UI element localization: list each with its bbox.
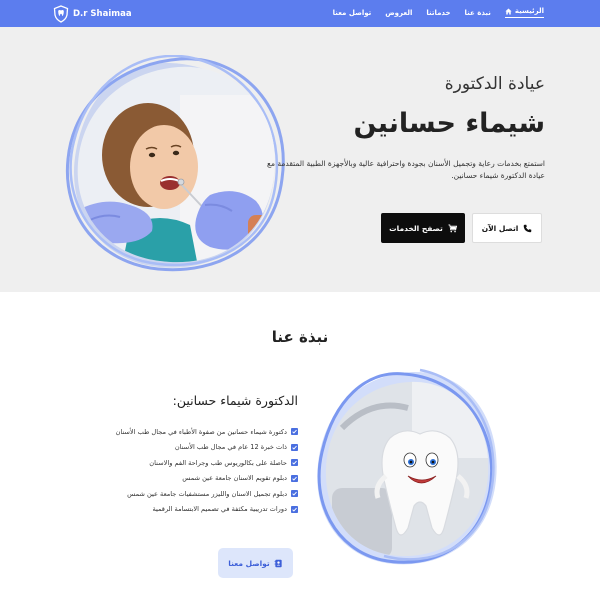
browse-services-button[interactable]: تصفح الخدمات: [381, 213, 465, 243]
check-icon: [291, 490, 298, 498]
list-item-text: دورات تدريبية مكثفة في تصميم الابتسامة ا…: [152, 505, 287, 514]
hero-buttons: اتصل الآن تصفح الخدمات: [381, 213, 542, 243]
list-item-text: ذات خبرة 12 عام في مجال طب الأسنان: [174, 443, 287, 452]
check-icon: [291, 505, 298, 513]
list-item-text: حاصلة على بكالوريوس طب وجراحة الفم والاس…: [149, 458, 287, 467]
contact-us-label: تواصل معنا: [228, 558, 270, 568]
about-image: [312, 368, 502, 568]
phone-icon: [524, 224, 532, 232]
list-item: دبلوم تقويم الاسنان جامعة عين شمس: [120, 471, 298, 487]
home-icon: [505, 8, 512, 14]
list-item-text: دكتورة شيماء حسانين من صفوة الأطباء في م…: [115, 427, 287, 436]
nav-item-home[interactable]: الرئيسية: [504, 7, 544, 18]
brand[interactable]: D.r Shaimaa: [53, 4, 132, 23]
call-now-button[interactable]: اتصل الآن: [472, 213, 542, 243]
list-item: دورات تدريبية مكثفة في تصميم الابتسامة ا…: [120, 502, 298, 518]
contact-book-icon: [274, 559, 282, 567]
about-title: الدكتورة شيماء حسانين:: [172, 393, 298, 408]
list-item-text: دبلوم تجميل الاسنان والليزر مستشفيات جام…: [127, 489, 287, 498]
navbar: D.r Shaimaa الرئيسية نبذة عنا خدماتنا ال…: [0, 0, 600, 27]
list-item: دبلوم تجميل الاسنان والليزر مستشفيات جام…: [120, 486, 298, 502]
contact-us-button[interactable]: تواصل معنا: [218, 548, 293, 578]
about-list: دكتورة شيماء حسانين من صفوة الأطباء في م…: [116, 424, 298, 518]
about-heading: نبذة عنا: [271, 328, 329, 346]
cart-icon: [448, 223, 457, 232]
hero-subtitle: عيادة الدكتورة: [444, 74, 545, 94]
nav-item-about-label: نبذة عنا: [464, 8, 491, 17]
check-icon: [291, 443, 298, 451]
list-item: ذات خبرة 12 عام في مجال طب الأسنان: [120, 440, 298, 456]
hero-section: عيادة الدكتورة شيماء حسانين استمتع بخدما…: [0, 27, 600, 292]
hero-description: استمتع بخدمات رعاية وتجميل الأسنان بجودة…: [266, 159, 545, 180]
nav-item-about[interactable]: نبذة عنا: [465, 7, 491, 18]
tooth-shield-logo-icon: [53, 4, 69, 23]
tooth-mascot-illustration: [317, 368, 497, 565]
list-item: دكتورة شيماء حسانين من صفوة الأطباء في م…: [116, 424, 298, 440]
nav-item-services[interactable]: خدماتنا: [426, 7, 450, 18]
brand-name: D.r Shaimaa: [73, 8, 132, 19]
nav-item-contact-label: تواصل معنا: [332, 8, 372, 17]
hero-title: شيماء حسانين: [353, 108, 545, 139]
nav-item-contact[interactable]: تواصل معنا: [333, 7, 372, 18]
nav-item-offers[interactable]: العروض: [385, 7, 412, 18]
hero-text: عيادة الدكتورة شيماء حسانين استمتع بخدما…: [245, 72, 545, 182]
nav-item-home-label: الرئيسية: [514, 7, 544, 15]
check-icon: [291, 459, 298, 467]
nav-menu: الرئيسية نبذة عنا خدماتنا العروض تواصل م…: [333, 7, 544, 18]
check-icon: [291, 428, 298, 436]
nav-item-offers-label: العروض: [385, 8, 413, 17]
list-item-text: دبلوم تقويم الاسنان جامعة عين شمس: [182, 474, 287, 483]
list-item: حاصلة على بكالوريوس طب وجراحة الفم والاس…: [120, 455, 298, 471]
browse-services-label: تصفح الخدمات: [389, 223, 443, 233]
check-icon: [291, 474, 298, 482]
nav-item-services-label: خدماتنا: [426, 8, 451, 17]
call-now-label: اتصل الآن: [481, 223, 519, 233]
about-text: الدكتورة شيماء حسانين: دكتورة شيماء حسان…: [116, 392, 298, 518]
